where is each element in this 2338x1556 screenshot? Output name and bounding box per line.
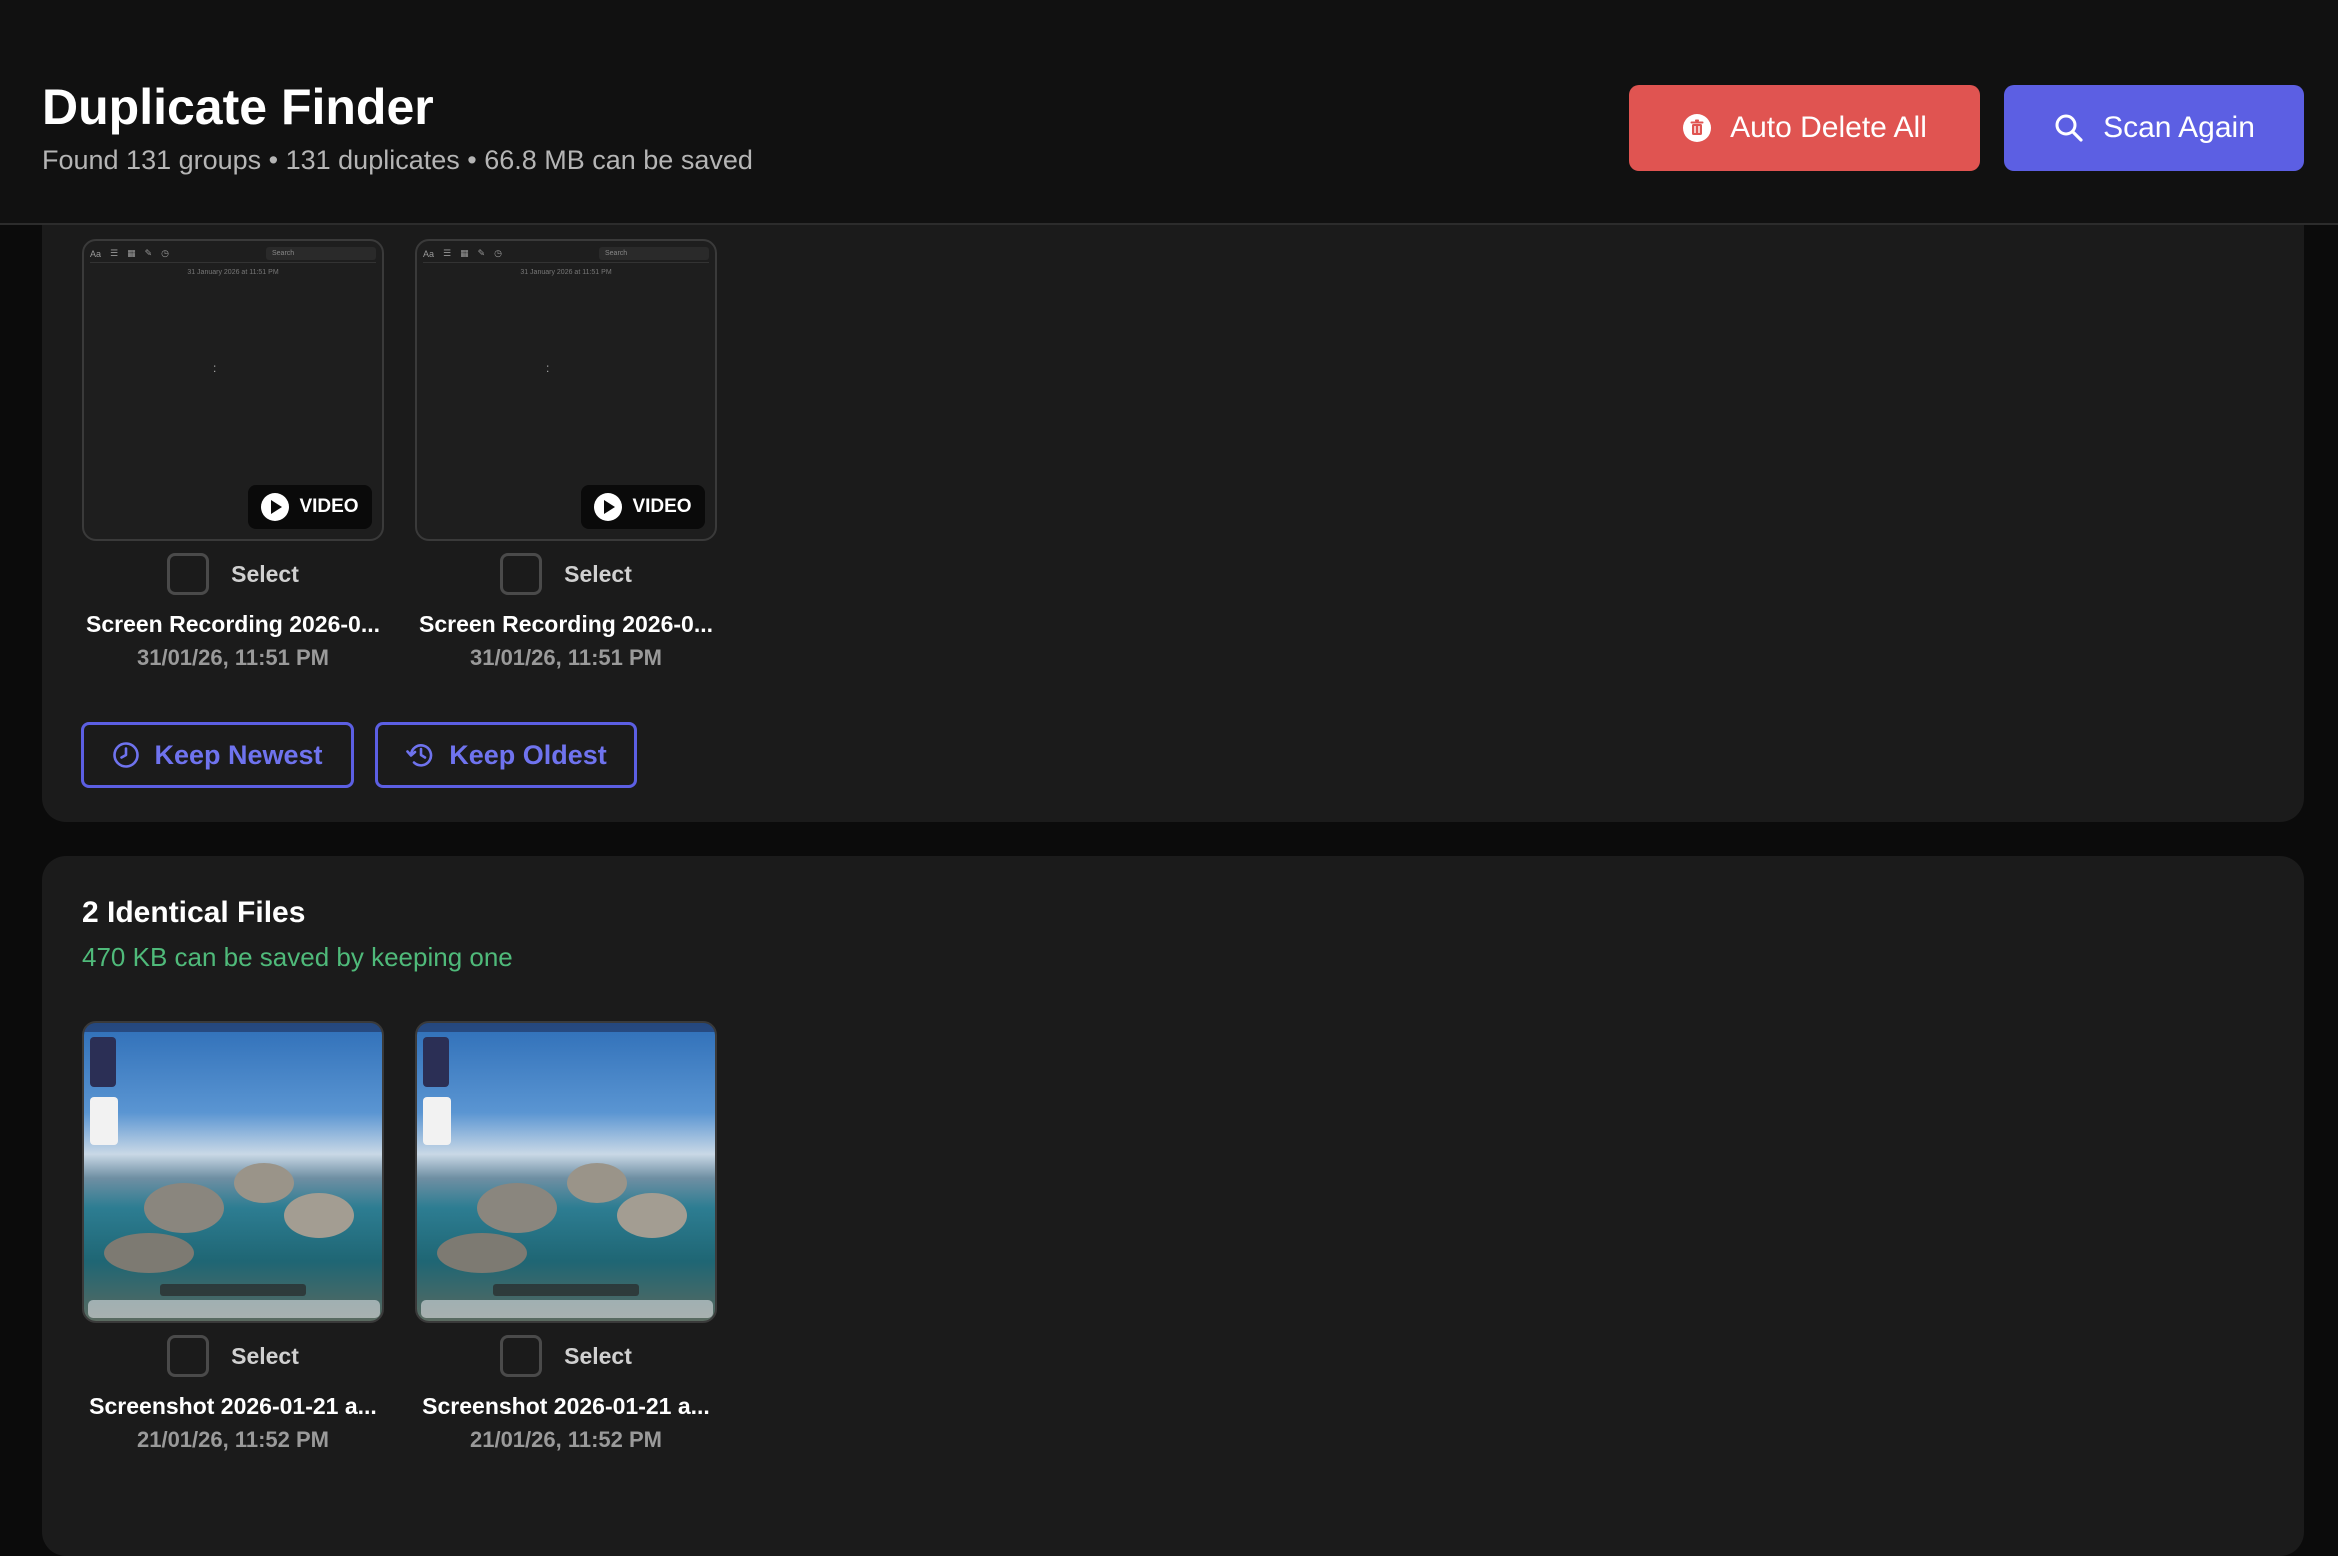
thumbnail-mark: : (213, 361, 217, 375)
thumbnail-date-text: 31 January 2026 at 11:51 PM (187, 269, 279, 276)
keep-newest-button[interactable]: Keep Newest (81, 722, 354, 788)
file-date: 31/01/26, 11:51 PM (469, 645, 663, 670)
duplicate-group-card: 2 Identical Files 470 KB can be saved by… (42, 856, 2304, 1556)
select-row: Select (415, 553, 717, 595)
image-thumbnail[interactable] (415, 1021, 717, 1323)
file-name: Screen Recording 2026-0... (85, 611, 380, 637)
select-row: Select (415, 1335, 717, 1377)
select-checkbox[interactable] (500, 553, 543, 595)
file-date: 21/01/26, 11:52 PM (136, 1427, 330, 1452)
group-savings: 470 KB can be saved by keeping one (82, 942, 513, 972)
select-label: Select (564, 560, 632, 587)
keep-oldest-button[interactable]: Keep Oldest (375, 722, 637, 788)
select-row: Select (82, 1335, 384, 1377)
trash-icon (1683, 114, 1712, 142)
select-label: Select (564, 1342, 632, 1369)
thumbnail-date-text: 31 January 2026 at 11:51 PM (520, 269, 612, 276)
group-title: 2 Identical Files (82, 896, 306, 929)
auto-delete-all-button[interactable]: Auto Delete All (1629, 85, 1980, 171)
scan-summary: Found 131 groups • 131 duplicates • 66.8… (42, 145, 753, 175)
app-header: Duplicate Finder Found 131 groups • 131 … (0, 0, 2338, 225)
video-badge-label: VIDEO (299, 496, 359, 517)
thumbnail-toolbar: Aa ☰ ▦ ✎ ◷ Search (423, 245, 709, 263)
select-checkbox[interactable] (167, 553, 210, 595)
file-name: Screenshot 2026-01-21 a... (422, 1393, 710, 1419)
video-badge: VIDEO (248, 485, 372, 529)
keep-newest-label: Keep Newest (154, 739, 323, 770)
video-thumbnail[interactable]: Aa ☰ ▦ ✎ ◷ Search 31 January 2026 at 11:51 P… (415, 239, 717, 541)
play-icon (261, 493, 290, 521)
select-row: Select (82, 553, 384, 595)
clock-icon (113, 742, 140, 768)
thumbnail-search-text: Search (599, 247, 709, 260)
file-name: Screenshot 2026-01-21 a... (89, 1393, 377, 1419)
thumbnail-mark: : (546, 361, 550, 375)
auto-delete-all-label: Auto Delete All (1730, 111, 1927, 144)
file-date: 31/01/26, 11:51 PM (136, 645, 330, 670)
search-icon (2055, 114, 2083, 142)
video-thumbnail[interactable]: Aa ☰ ▦ ✎ ◷ Search 31 January 2026 at 11:51 P… (82, 239, 384, 541)
select-label: Select (231, 1342, 299, 1369)
scan-again-button[interactable]: Scan Again (2004, 85, 2304, 171)
video-badge-label: VIDEO (632, 496, 692, 517)
history-icon (406, 744, 433, 767)
duplicate-group-card: Aa ☰ ▦ ✎ ◷ Search 31 January 2026 at 11:51 P… (42, 200, 2304, 822)
file-name: Screen Recording 2026-0... (418, 611, 713, 637)
file-date: 21/01/26, 11:52 PM (469, 1427, 663, 1452)
play-icon (594, 493, 623, 521)
keep-oldest-label: Keep Oldest (449, 739, 607, 770)
thumbnail-search-text: Search (266, 247, 376, 260)
thumbnail-toolbar: Aa ☰ ▦ ✎ ◷ Search (90, 245, 376, 263)
scan-again-label: Scan Again (2103, 111, 2255, 144)
select-label: Select (231, 560, 299, 587)
video-badge: VIDEO (581, 485, 705, 529)
image-thumbnail[interactable] (82, 1021, 384, 1323)
select-checkbox[interactable] (167, 1335, 210, 1377)
page-title: Duplicate Finder (42, 79, 434, 135)
select-checkbox[interactable] (500, 1335, 543, 1377)
